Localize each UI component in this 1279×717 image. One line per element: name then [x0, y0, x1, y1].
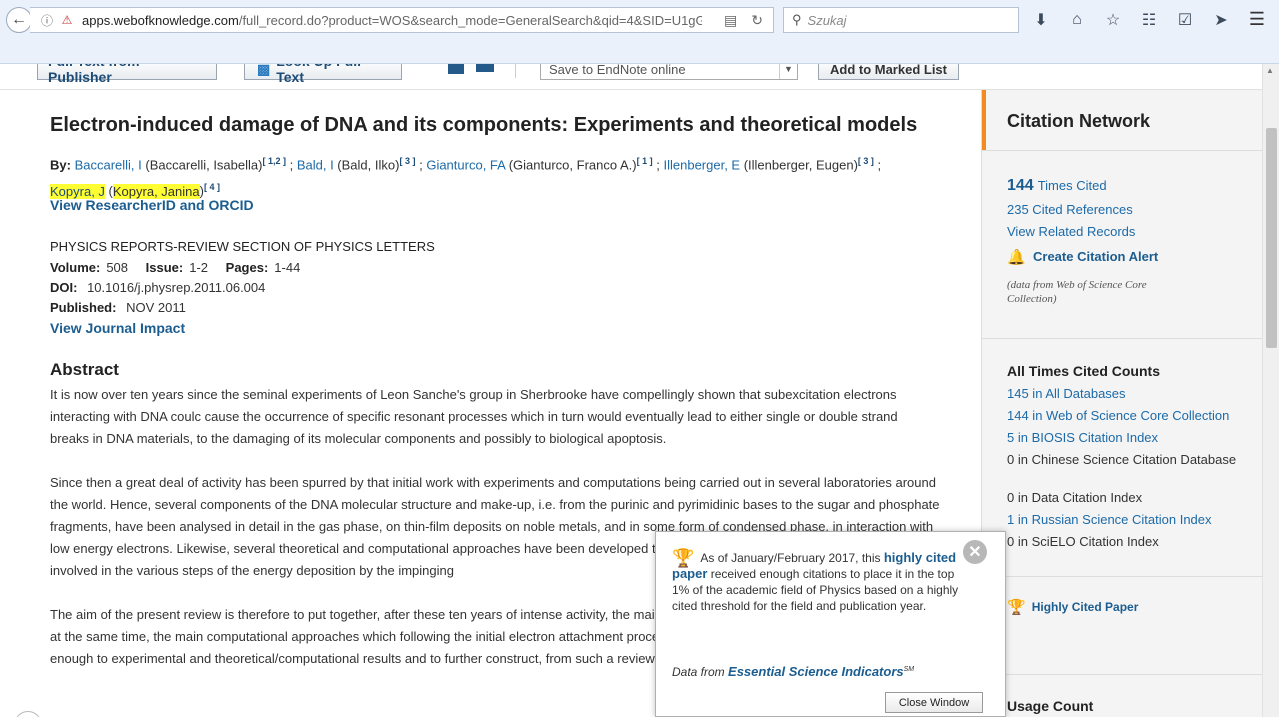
divider [982, 338, 1263, 339]
home-icon[interactable]: ⌂ [1066, 9, 1088, 31]
count-wos-core-link[interactable]: 144 in Web of Science Core Collection [1007, 408, 1229, 423]
divider [982, 576, 1263, 577]
count-chinese-science: 0 in Chinese Science Citation Database [1007, 452, 1237, 467]
url-text[interactable]: apps.webofknowledge.com/full_record.do?p… [82, 13, 702, 28]
full-text-publisher-button[interactable]: Full Text from Publisher [37, 64, 217, 85]
info-icon[interactable]: ⓘ [38, 11, 56, 29]
popup-message: 🏆 As of January/February 2017, this high… [672, 548, 959, 613]
record-actions-bar: Full Text from Publisher ▩Look Up Full T… [0, 64, 1262, 90]
create-citation-alert-link[interactable]: 🔔 Create Citation Alert [1007, 248, 1158, 267]
pocket-icon[interactable]: ☑ [1174, 9, 1196, 31]
count-all-databases-link[interactable]: 145 in All Databases [1007, 386, 1126, 401]
published-date: Published: NOV 2011 [50, 300, 186, 315]
download-icon[interactable]: ⬇ [1030, 9, 1052, 31]
highly-cited-popup: ✕ 🏆 As of January/February 2017, this hi… [655, 531, 1006, 717]
browser-toolbar: ← ⓘ ⚠ apps.webofknowledge.com/full_recor… [0, 0, 1279, 64]
related-records-link[interactable]: View Related Records [1007, 224, 1135, 239]
record-title: Electron-induced damage of DNA and its c… [50, 114, 918, 136]
author-link[interactable]: Bald, I [297, 157, 334, 172]
highly-cited-paper-badge[interactable]: 🏆 Highly Cited Paper [1007, 598, 1138, 616]
look-up-full-text-button[interactable]: ▩Look Up Full Text [244, 64, 402, 85]
count-biosis-link[interactable]: 5 in BIOSIS Citation Index [1007, 430, 1158, 445]
bookmark-star-icon[interactable]: ☆ [1102, 9, 1124, 31]
times-cited-link[interactable]: 144 Times Cited [1007, 177, 1107, 195]
abstract-paragraph: It is now over ten years since the semin… [50, 387, 898, 446]
data-source-note: (data from Web of Science Core Collectio… [1007, 279, 1147, 305]
divider [982, 674, 1263, 675]
trophy-icon: 🏆 [1007, 599, 1026, 616]
page-scrollbar[interactable]: ▲ [1262, 64, 1279, 717]
back-arrow-icon: ← [11, 11, 27, 28]
email-icon[interactable] [476, 64, 494, 72]
author-fullname: Gianturco, Franco A. [513, 157, 633, 173]
author-fullname: Illenberger, Eugen [748, 157, 854, 173]
author-fullname: Bald, Ilko [341, 157, 396, 173]
mixed-content-icon[interactable]: ⚠ [58, 11, 76, 29]
accent-bar [982, 90, 986, 150]
feedback-button[interactable] [14, 711, 42, 717]
trophy-icon: 🏆 [672, 548, 695, 568]
popup-source: Data from Essential Science IndicatorsSM [672, 664, 915, 679]
doi: DOI: 10.1016/j.physrep.2011.06.004 [50, 280, 266, 295]
view-researcherid-link[interactable]: View ResearcherID and ORCID [50, 197, 254, 213]
by-label: By: [50, 157, 71, 173]
close-window-button[interactable]: Close Window [885, 692, 983, 713]
all-times-cited-heading: All Times Cited Counts [1007, 363, 1160, 379]
scrollbar-thumb[interactable] [1266, 128, 1277, 348]
search-input[interactable]: ⚲ Szukaj [783, 7, 1019, 33]
print-icon[interactable] [448, 64, 464, 74]
reload-icon[interactable]: ↻ [751, 12, 763, 29]
esi-link[interactable]: Essential Science Indicators [728, 664, 904, 679]
bell-icon: 🔔 [1007, 249, 1026, 266]
search-icon: ⚲ [792, 12, 802, 27]
view-journal-impact-link[interactable]: View Journal Impact [50, 320, 185, 336]
author-link[interactable]: Gianturco, FA [426, 157, 505, 172]
citation-network-sidebar: Citation Network 144 Times Cited 235 Cite… [981, 90, 1263, 717]
close-icon[interactable]: ✕ [963, 540, 987, 564]
affiliation-ref[interactable]: [ 4 ] [204, 182, 220, 192]
scroll-up-icon[interactable]: ▲ [1266, 66, 1274, 75]
endnote-select[interactable]: Save to EndNote online ▼ [540, 64, 798, 80]
send-icon[interactable]: ➤ [1210, 9, 1232, 31]
affiliation-ref[interactable]: [ 1,2 ] [262, 156, 286, 166]
cited-references-link[interactable]: 235 Cited References [1007, 202, 1133, 217]
volume-issue-pages: Volume: 508 Issue: 1-2 Pages: 1-44 [50, 260, 301, 275]
abstract-heading: Abstract [50, 360, 119, 379]
reader-view-icon[interactable]: ▤ [724, 12, 737, 29]
author-link[interactable]: Illenberger, E [663, 157, 740, 172]
hamburger-menu-icon[interactable]: ☰ [1246, 9, 1268, 31]
author-fullname: Baccarelli, Isabella [149, 157, 259, 173]
back-button[interactable]: ← [6, 7, 32, 33]
author-link[interactable]: Baccarelli, I [75, 157, 142, 172]
affiliation-ref[interactable]: [ 3 ] [858, 156, 874, 166]
citation-network-title: Citation Network [1007, 111, 1151, 131]
authors-list: By: Baccarelli, I (Baccarelli, Isabella)… [50, 156, 882, 199]
address-bar[interactable]: ⓘ ⚠ apps.webofknowledge.com/full_record.… [30, 7, 774, 33]
link-icon: ▩ [257, 64, 271, 77]
add-to-marked-list-button[interactable]: Add to Marked List [818, 64, 959, 80]
count-data-citation: 0 in Data Citation Index [1007, 490, 1143, 505]
reading-list-icon[interactable]: ☷ [1138, 9, 1160, 31]
journal-name: PHYSICS REPORTS-REVIEW SECTION OF PHYSIC… [50, 239, 435, 254]
divider [982, 150, 1263, 151]
count-russian-science-link[interactable]: 1 in Russian Science Citation Index [1007, 512, 1212, 527]
affiliation-ref[interactable]: [ 1 ] [637, 156, 653, 166]
chevron-down-icon: ▼ [779, 64, 797, 79]
count-scielo: 0 in SciELO Citation Index [1007, 534, 1159, 549]
divider [515, 64, 516, 78]
usage-count-heading: Usage Count [1007, 698, 1094, 714]
affiliation-ref[interactable]: [ 3 ] [399, 156, 415, 166]
